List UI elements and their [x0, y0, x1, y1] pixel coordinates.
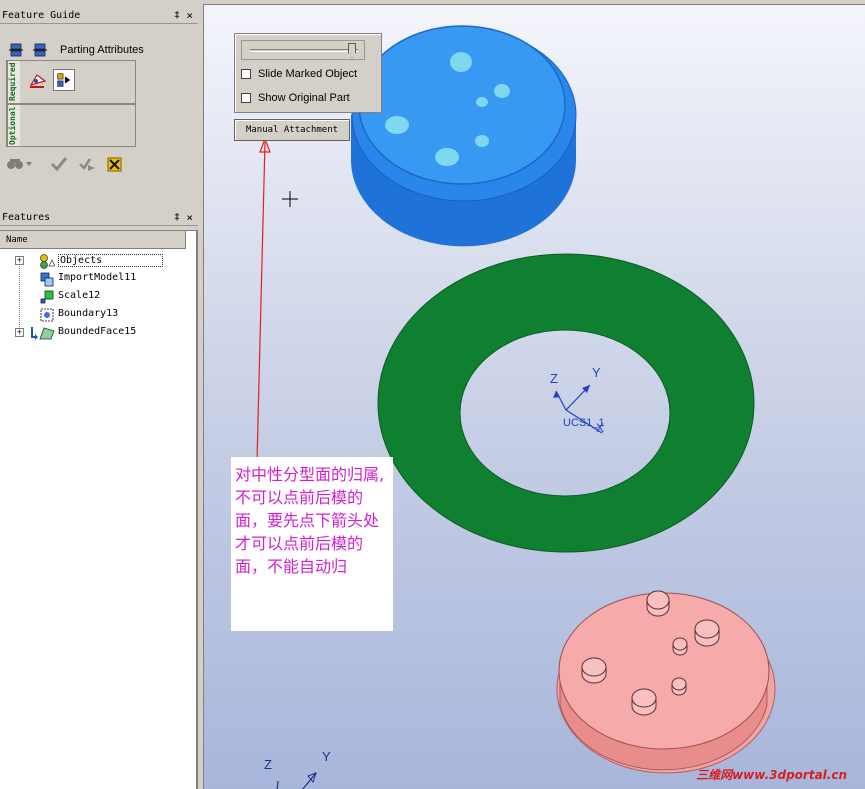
tree-item-objects[interactable]: + Objects	[0, 252, 190, 270]
close-icon[interactable]: ×	[186, 8, 193, 23]
parting-attributes-icon-2[interactable]	[32, 42, 48, 58]
binoculars-icon[interactable]	[6, 156, 32, 172]
world-axis-z-label: Z	[264, 757, 272, 772]
slide-slider[interactable]	[241, 40, 365, 60]
feature-guide-title-bar: Feature Guide ‡ ×	[0, 8, 198, 24]
top-mold-part[interactable]	[351, 25, 577, 247]
annotation-note: 对中性分型面的归属, 不可以点前后模的面，要先点下箭头处才可以点前后模的面，不能…	[231, 457, 393, 631]
ucs-axis-z-label: Z	[550, 371, 558, 386]
annotation-arrow	[256, 137, 271, 462]
crosshair-cursor	[282, 191, 298, 207]
bottom-mold-part[interactable]	[556, 590, 776, 774]
parting-surface[interactable]	[377, 253, 755, 553]
features-title: Features	[2, 212, 51, 223]
tree-item-import-model[interactable]: ImportModel11	[0, 270, 190, 288]
optional-section: Optional	[6, 104, 136, 147]
tree-item-scale[interactable]: Scale12	[0, 288, 190, 306]
checkmark-icon[interactable]	[50, 156, 68, 172]
guide-toolbar	[6, 154, 124, 174]
manual-attachment-button[interactable]: Manual Attachment	[234, 119, 350, 141]
required-tab[interactable]: Required	[7, 61, 20, 103]
optional-tab[interactable]: Optional	[7, 105, 20, 146]
slide-marked-object-row[interactable]: Slide Marked Object	[241, 68, 357, 80]
slider-thumb[interactable]	[348, 43, 356, 58]
tree-item-boundary[interactable]: Boundary13	[0, 306, 190, 324]
expand-icon[interactable]: +	[15, 256, 24, 265]
features-panel: Features ‡ × Name + Objects ImportModel1…	[0, 210, 198, 789]
world-axis-y-label: Y	[322, 749, 331, 764]
expand-icon[interactable]: +	[15, 328, 24, 337]
pin-icon[interactable]: ‡	[174, 8, 180, 23]
features-title-bar: Features ‡ ×	[0, 210, 198, 226]
show-original-part-label[interactable]: Show Original Part	[258, 92, 350, 104]
objects-icon	[40, 254, 55, 269]
apply-next-icon[interactable]	[78, 156, 96, 172]
watermark: 三维网www.3dportal.cn	[696, 768, 847, 782]
ucs-label: UCS1_1	[563, 417, 605, 429]
slide-control-panel: Slide Marked Object Show Original Part	[234, 33, 382, 113]
parting-attributes-icon[interactable]	[8, 42, 24, 58]
tree-label[interactable]: Scale12	[58, 290, 100, 301]
tree-label[interactable]: Boundary13	[58, 308, 118, 319]
pin-icon[interactable]: ‡	[174, 210, 180, 225]
tree-item-bounded-face[interactable]: + BoundedFace15	[0, 324, 190, 342]
slider-track[interactable]	[250, 49, 358, 52]
required-section: Required	[6, 60, 136, 104]
feature-guide-title: Feature Guide	[2, 10, 81, 21]
slide-marked-object-checkbox[interactable]	[241, 69, 251, 79]
close-icon[interactable]: ×	[186, 210, 193, 225]
show-original-part-row[interactable]: Show Original Part	[241, 92, 350, 104]
slide-marked-object-label[interactable]: Slide Marked Object	[258, 68, 357, 80]
show-original-part-checkbox[interactable]	[241, 93, 251, 103]
parting-attributes-row[interactable]: Parting Attributes	[8, 40, 144, 60]
bounded-face-icon	[39, 327, 55, 340]
pick-face-icon[interactable]	[27, 69, 49, 91]
ucs-axis-y-label: Y	[592, 365, 601, 380]
parting-attributes-label[interactable]: Parting Attributes	[60, 44, 144, 56]
tree-label[interactable]: Objects	[58, 254, 164, 267]
world-axis-triad	[276, 772, 317, 789]
column-header-name[interactable]: Name	[0, 231, 186, 249]
tree-label[interactable]: BoundedFace15	[58, 326, 136, 337]
arrow-icon	[31, 327, 38, 340]
feature-tree: Name + Objects ImportModel11 Scale12 Bou…	[0, 230, 198, 789]
boundary-icon	[40, 308, 54, 322]
assign-parting-icon[interactable]	[53, 69, 75, 91]
cancel-icon[interactable]	[106, 156, 124, 172]
tree-label[interactable]: ImportModel11	[58, 272, 136, 283]
import-model-icon	[40, 272, 54, 287]
scale-icon	[40, 290, 54, 304]
feature-guide-panel: Feature Guide ‡ × Parting Attributes Req…	[0, 8, 198, 206]
3d-viewport[interactable]: Z Y X UCS1_1 Z Y Slide Marked Object Sho…	[203, 4, 865, 789]
